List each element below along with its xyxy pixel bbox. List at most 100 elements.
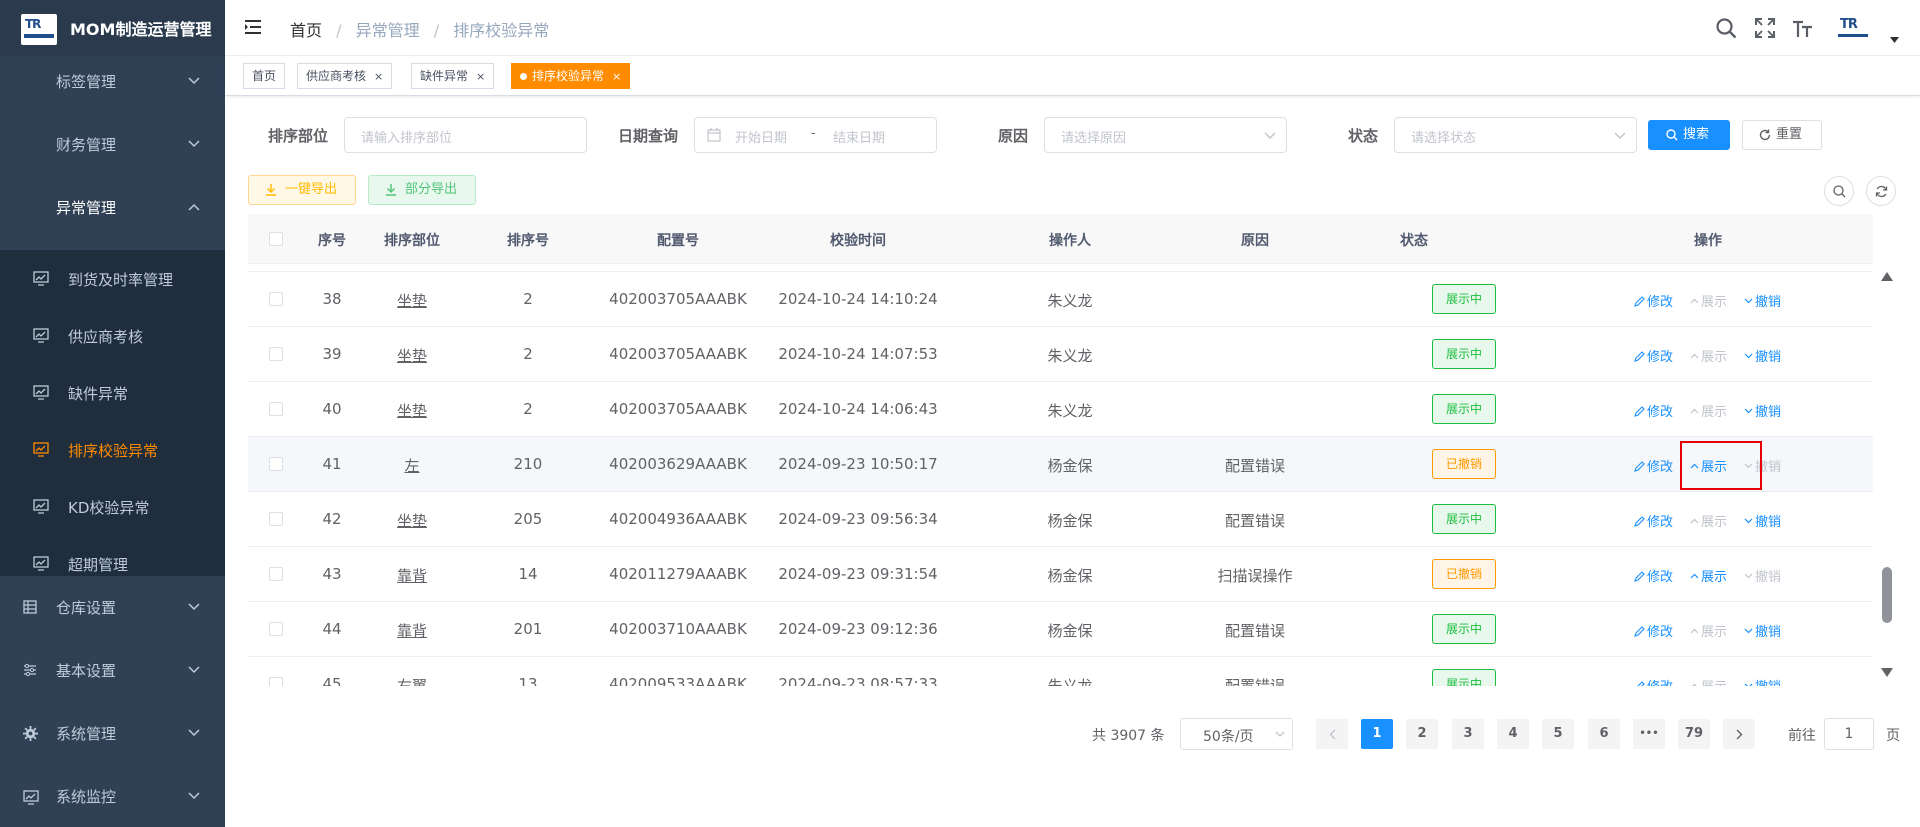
breadcrumb-home[interactable]: 首页: [290, 21, 322, 40]
revoke-button[interactable]: 撤销: [1744, 346, 1781, 365]
toggle-search-button[interactable]: [1824, 176, 1854, 206]
show-button[interactable]: 展示: [1690, 676, 1727, 686]
sidebar-item-exception[interactable]: 异常管理: [0, 176, 225, 239]
search-button[interactable]: 搜索: [1648, 120, 1730, 150]
row-checkbox[interactable]: [269, 567, 283, 581]
revoke-button[interactable]: 撤销: [1744, 401, 1781, 420]
sidebar-item-system-monitor[interactable]: 系统监控: [0, 765, 225, 827]
fullscreen-icon[interactable]: [1755, 18, 1775, 38]
close-icon[interactable]: ×: [476, 70, 485, 83]
tag-sort-check[interactable]: 排序校验异常 ×: [511, 63, 631, 89]
revoke-button[interactable]: 撤销: [1744, 676, 1781, 686]
cell-operator: 朱义龙: [1047, 402, 1093, 420]
caret-down-icon[interactable]: [1890, 37, 1899, 43]
chevron-down-icon: [188, 603, 200, 611]
page-2[interactable]: 2: [1406, 719, 1438, 749]
edit-button[interactable]: 修改: [1634, 401, 1673, 420]
chevron-down-icon: [1744, 683, 1753, 686]
sidebar-item-warehouse[interactable]: 仓库设置: [0, 576, 225, 639]
export-all-button[interactable]: 一键导出: [248, 175, 356, 205]
tags-view: 首页 供应商考核 × 缺件异常 × 排序校验异常 ×: [225, 56, 1920, 96]
tag-shortage[interactable]: 缺件异常 ×: [411, 63, 495, 89]
page-6[interactable]: 6: [1588, 719, 1620, 749]
goto-page-input[interactable]: 1: [1824, 718, 1874, 750]
show-button[interactable]: 展示: [1690, 511, 1727, 530]
cell-seq: 14: [518, 565, 538, 583]
edit-button[interactable]: 修改: [1634, 621, 1673, 640]
row-checkbox[interactable]: [269, 512, 283, 526]
close-icon[interactable]: ×: [374, 70, 383, 83]
dept-input[interactable]: 请输入排序部位: [344, 117, 587, 153]
row-checkbox[interactable]: [269, 347, 283, 361]
cell-reason: 配置错误: [1224, 512, 1285, 530]
cell-config: 402011279AAABK: [609, 565, 747, 583]
chevron-down-icon: [1744, 573, 1753, 579]
sidebar-item-basic-settings[interactable]: 基本设置: [0, 639, 225, 702]
page-79[interactable]: 79: [1678, 719, 1710, 749]
chevron-down-icon: [1744, 298, 1753, 304]
cell-time: 2024-10-24 14:06:43: [778, 400, 938, 418]
sidebar-item-sort-check[interactable]: 排序校验异常: [0, 421, 225, 478]
page-size-select[interactable]: 50条/页: [1180, 718, 1293, 750]
edit-button[interactable]: 修改: [1634, 456, 1673, 475]
sliders-icon: [23, 663, 37, 677]
revoke-button[interactable]: 撤销: [1744, 511, 1781, 530]
next-page-button[interactable]: [1723, 719, 1755, 749]
user-avatar[interactable]: TR: [1837, 16, 1873, 40]
refresh-button[interactable]: [1866, 176, 1896, 206]
sidebar-item-supplier[interactable]: 供应商考核: [0, 307, 225, 364]
refresh-icon: [1875, 185, 1888, 198]
sidebar-item-label: 异常管理: [56, 199, 117, 217]
edit-button[interactable]: 修改: [1634, 566, 1673, 585]
reason-select[interactable]: 请选择原因: [1044, 117, 1287, 153]
monitor-icon: [33, 498, 49, 514]
sidebar-item-kd-check[interactable]: KD校验异常: [0, 478, 225, 535]
sidebar-item-system-mgmt[interactable]: 系统管理: [0, 702, 225, 765]
row-checkbox[interactable]: [269, 622, 283, 636]
table-scrollbar[interactable]: [1880, 270, 1894, 680]
date-range-input[interactable]: 开始日期 - 结束日期: [694, 117, 937, 153]
reset-button[interactable]: 重置: [1742, 120, 1822, 150]
font-size-icon[interactable]: [1792, 18, 1814, 38]
page-5[interactable]: 5: [1542, 719, 1574, 749]
sidebar-item-finance[interactable]: 财务管理: [0, 113, 225, 176]
show-button[interactable]: 展示: [1690, 346, 1727, 365]
show-button[interactable]: 展示: [1690, 291, 1727, 310]
cell-config: 402004936AAABK: [609, 510, 747, 528]
date-start: 开始日期: [735, 131, 788, 146]
row-checkbox[interactable]: [269, 292, 283, 306]
page-more[interactable]: •••: [1633, 719, 1665, 749]
scroll-thumb[interactable]: [1882, 567, 1892, 623]
page-4[interactable]: 4: [1497, 719, 1529, 749]
edit-button[interactable]: 修改: [1634, 346, 1673, 365]
search-icon[interactable]: [1716, 18, 1737, 39]
row-checkbox[interactable]: [269, 457, 283, 471]
edit-button[interactable]: 修改: [1634, 291, 1673, 310]
export-part-button[interactable]: 部分导出: [368, 175, 476, 205]
edit-button[interactable]: 修改: [1634, 676, 1673, 686]
prev-page-button[interactable]: [1316, 719, 1348, 749]
show-button[interactable]: 展示: [1690, 566, 1727, 585]
sidebar-item-shortage[interactable]: 缺件异常: [0, 364, 225, 421]
tag-supplier[interactable]: 供应商考核 ×: [297, 63, 393, 89]
hamburger-icon[interactable]: [244, 19, 262, 35]
edit-button[interactable]: 修改: [1634, 511, 1673, 530]
row-checkbox[interactable]: [269, 677, 283, 686]
show-button[interactable]: 展示: [1690, 621, 1727, 640]
scroll-down-icon[interactable]: [1881, 668, 1893, 677]
revoke-button[interactable]: 撤销: [1744, 621, 1781, 640]
status-select[interactable]: 请选择状态: [1394, 117, 1637, 153]
revoke-button[interactable]: 撤销: [1744, 291, 1781, 310]
close-icon[interactable]: ×: [612, 70, 621, 83]
col-config: 配置号: [657, 233, 699, 249]
page-3[interactable]: 3: [1452, 719, 1484, 749]
scroll-up-icon[interactable]: [1881, 272, 1893, 281]
sidebar-item-label-mgmt[interactable]: 标签管理: [0, 50, 225, 113]
tag-home[interactable]: 首页: [243, 63, 286, 89]
show-button[interactable]: 展示: [1690, 401, 1727, 420]
select-all-checkbox[interactable]: [269, 232, 283, 246]
row-checkbox[interactable]: [269, 402, 283, 416]
page-1[interactable]: 1: [1361, 719, 1393, 749]
revoke-button[interactable]: 撤销: [1744, 566, 1781, 585]
sidebar-item-arrival-rate[interactable]: 到货及时率管理: [0, 250, 225, 307]
